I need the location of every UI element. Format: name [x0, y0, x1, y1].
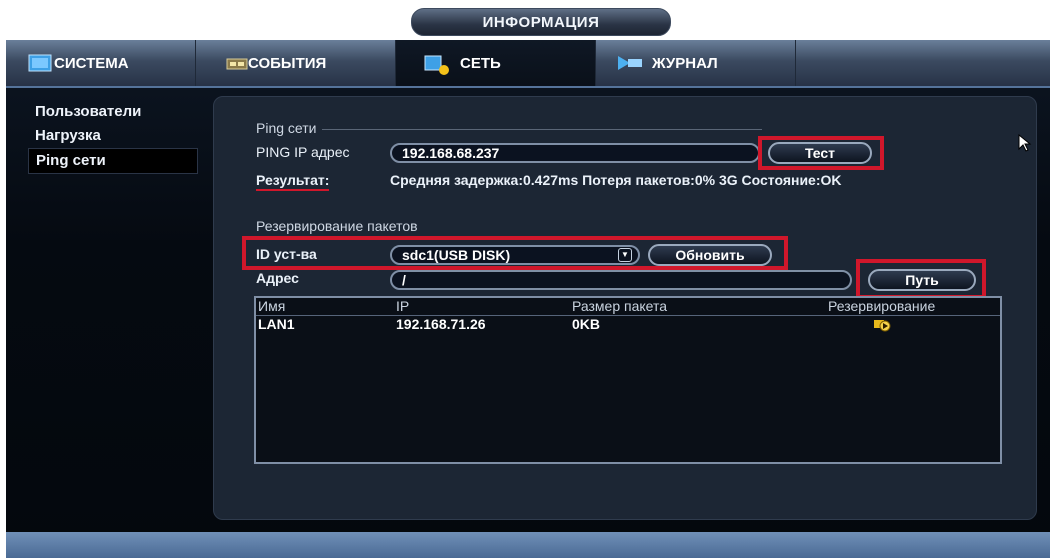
ping-section-title: Ping сети [256, 120, 763, 136]
tab-events-label: СОБЫТИЯ [248, 54, 327, 72]
page-title: ИНФОРМАЦИЯ [411, 8, 671, 36]
ping-ip-input[interactable]: 192.168.68.237 [390, 143, 760, 163]
table-row[interactable]: LAN1 192.168.71.26 0KB [256, 316, 1000, 334]
backup-table: Имя IP Размер пакета Резервирование LAN1… [254, 296, 1002, 464]
row-name: LAN1 [258, 316, 295, 332]
tab-system-label: СИСТЕМА [54, 54, 129, 72]
sidebar-item-users[interactable]: Пользователи [28, 100, 198, 124]
sidebar-item-load[interactable]: Нагрузка [28, 124, 198, 148]
tab-system[interactable]: СИСТЕМА [6, 40, 196, 86]
result-label: Результат: [256, 172, 330, 191]
row-ip: 192.168.71.26 [396, 316, 486, 332]
tab-network[interactable]: СЕТЬ [396, 40, 596, 86]
log-icon [616, 54, 646, 72]
col-name-header: Имя [258, 298, 286, 314]
tab-log[interactable]: ЖУРНАЛ [596, 40, 796, 86]
mouse-cursor-icon [1018, 133, 1032, 157]
sidebar: Пользователи Нагрузка Ping сети [28, 100, 198, 174]
monitor-icon [28, 54, 58, 72]
path-input[interactable]: / [390, 270, 852, 290]
tab-events[interactable]: СОБЫТИЯ [196, 40, 396, 86]
device-row-highlight [242, 236, 788, 270]
main-frame: СИСТЕМА СОБЫТИЯ СЕТЬ ЖУРНАЛ Пользователи… [6, 40, 1050, 548]
tab-log-label: ЖУРНАЛ [652, 54, 718, 72]
table-header: Имя IP Размер пакета Резервирование [256, 298, 1000, 316]
event-icon [226, 54, 248, 72]
tab-network-label: СЕТЬ [460, 54, 501, 72]
col-backup-header: Резервирование [828, 298, 936, 314]
bottom-status-bar [6, 532, 1050, 558]
tab-bar: СИСТЕМА СОБЫТИЯ СЕТЬ ЖУРНАЛ [6, 40, 1050, 88]
test-button-highlight [758, 136, 884, 170]
backup-section-title: Резервирование пакетов [256, 218, 418, 234]
row-size: 0KB [572, 316, 601, 332]
path-label: Адрес [256, 270, 299, 286]
path-button-highlight [856, 259, 986, 299]
app-window: ИНФОРМАЦИЯ СИСТЕМА СОБЫТИЯ СЕТЬ ЖУРНАЛ П… [6, 0, 1050, 558]
sidebar-item-ping[interactable]: Ping сети [28, 148, 198, 174]
col-ip-header: IP [396, 298, 410, 314]
network-icon [424, 54, 454, 75]
col-size-header: Размер пакета [572, 298, 668, 314]
ping-ip-label: PING IP адрес [256, 144, 350, 160]
backup-play-icon[interactable] [874, 318, 892, 337]
result-text: Средняя задержка:0.427ms Потеря пакетов:… [390, 172, 842, 188]
